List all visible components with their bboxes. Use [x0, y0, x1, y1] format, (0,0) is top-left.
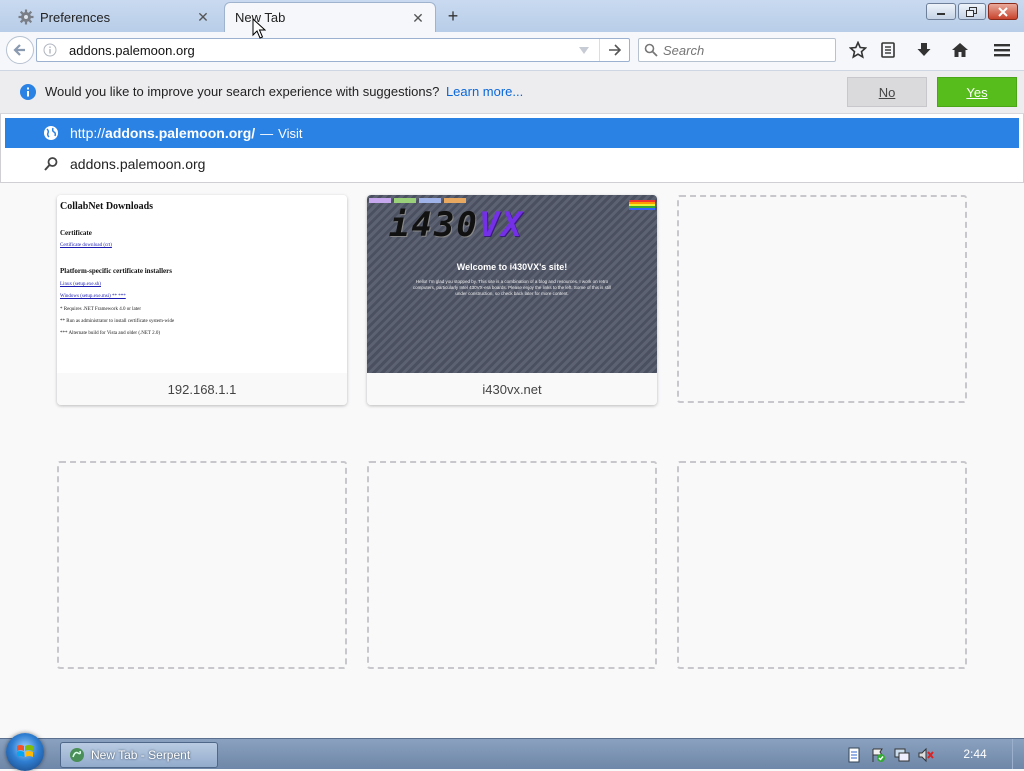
globe-icon — [43, 125, 59, 141]
minimize-icon — [937, 12, 945, 15]
url-bar[interactable] — [36, 38, 630, 62]
site-tile[interactable]: i430VX Welcome to i430VX's site! Hello! … — [367, 195, 657, 405]
autocomplete-row-visit[interactable]: http://addons.palemoon.org/ — Visit — [5, 118, 1019, 148]
windows-logo-icon — [17, 745, 33, 757]
minimize-button[interactable] — [926, 3, 956, 20]
volume-muted-icon[interactable] — [918, 747, 934, 763]
bookmarks-list-icon[interactable] — [878, 40, 898, 60]
back-button[interactable] — [6, 36, 34, 64]
thumbnail-note: *** Alternate build for Vista and older … — [60, 331, 161, 336]
autocomplete-action: Visit — [278, 125, 303, 141]
thumbnail-link: Certificate download (crt) — [60, 243, 112, 248]
bookmark-star-icon[interactable] — [848, 40, 868, 60]
new-tab-button[interactable]: + — [444, 7, 462, 25]
notification-message: Would you like to improve your search ex… — [45, 84, 523, 99]
thumbnail-heading: Platform-specific certificate installers — [60, 267, 172, 275]
show-desktop-button[interactable] — [1012, 739, 1024, 769]
mouse-cursor-icon — [252, 18, 266, 39]
window-close-button[interactable] — [988, 3, 1018, 20]
start-button[interactable] — [6, 733, 44, 771]
tile-caption: i430vx.net — [367, 373, 657, 405]
empty-tile — [57, 461, 347, 669]
dropdown-arrow-icon[interactable] — [577, 43, 591, 57]
thumbnail-heading: Certificate — [60, 229, 92, 237]
thumbnail-welcome: Welcome to i430VX's site! — [456, 262, 568, 272]
autocomplete-row-search[interactable]: addons.palemoon.org — [5, 149, 1019, 179]
site-thumbnail: i430VX Welcome to i430VX's site! Hello! … — [367, 195, 657, 373]
autocomplete-text: addons.palemoon.org — [70, 156, 206, 172]
autocomplete-separator: — — [260, 125, 274, 141]
clipboard-tray-icon[interactable] — [846, 747, 862, 763]
go-button[interactable] — [599, 39, 630, 61]
rainbow-flag-icon — [629, 200, 655, 210]
tile-caption: 192.168.1.1 — [57, 373, 347, 405]
download-icon[interactable] — [914, 40, 934, 60]
taskbar: New Tab - Serpent 2:44 — [0, 733, 1024, 771]
empty-tile — [367, 461, 657, 669]
info-icon — [20, 84, 36, 100]
restore-icon — [966, 6, 977, 17]
empty-tile — [677, 195, 967, 403]
hamburger-menu-icon[interactable] — [992, 40, 1012, 60]
thumbnail-navbar — [369, 198, 497, 203]
system-clock[interactable]: 2:44 — [950, 747, 1000, 761]
serpent-browser-icon — [70, 748, 84, 762]
restore-button[interactable] — [958, 3, 986, 20]
url-autocomplete-popup: http://addons.palemoon.org/ — Visit addo… — [0, 114, 1024, 183]
close-icon[interactable]: ✕ — [196, 10, 210, 24]
autocomplete-url: http://addons.palemoon.org/ — [70, 125, 256, 141]
site-info-icon[interactable] — [43, 43, 57, 57]
search-icon — [43, 156, 59, 172]
learn-more-link[interactable]: Learn more... — [446, 84, 523, 99]
taskbar-item-label: New Tab - Serpent — [91, 748, 191, 762]
close-icon — [998, 6, 1008, 17]
site-tile[interactable]: CollabNet Downloads Certificate Certific… — [57, 195, 347, 405]
go-arrow-icon — [609, 44, 622, 56]
thumbnail-link: Windows (setup.exe.msi) ** *** — [60, 294, 126, 299]
tab-title: Preferences — [40, 9, 111, 25]
search-icon — [644, 43, 658, 57]
tab-preferences[interactable]: Preferences ✕ — [8, 2, 220, 32]
taskbar-item-browser[interactable]: New Tab - Serpent — [60, 742, 218, 768]
url-input[interactable] — [69, 41, 569, 59]
navigation-toolbar — [0, 32, 1024, 71]
thumbnail-note: ** Run as administrator to install certi… — [60, 319, 175, 324]
thumbnail-body: Hello! I'm glad you stopped by. This sit… — [412, 279, 612, 296]
yes-button[interactable]: Yes — [937, 77, 1017, 107]
empty-tile — [677, 461, 967, 669]
no-button[interactable]: No — [847, 77, 927, 107]
thumbnail-note: * Requires .NET Framework 4.0 or later — [60, 307, 141, 312]
gear-icon — [18, 9, 34, 25]
search-bar[interactable] — [638, 38, 836, 62]
action-center-flag-icon[interactable] — [870, 747, 886, 763]
site-thumbnail: CollabNet Downloads Certificate Certific… — [57, 195, 347, 373]
close-icon[interactable]: ✕ — [411, 11, 425, 25]
search-suggestions-notification: Would you like to improve your search ex… — [0, 71, 1024, 114]
notification-text: Would you like to improve your search ex… — [45, 84, 440, 99]
site-logo: i430VX — [389, 205, 524, 245]
back-arrow-icon — [13, 44, 25, 56]
thumbnail-title: CollabNet Downloads — [60, 201, 154, 212]
tab-strip: Preferences ✕ New Tab ✕ + — [0, 0, 1024, 32]
thumbnail-link: Linux (setup.exe.sh) — [60, 282, 101, 287]
network-icon[interactable] — [894, 747, 910, 763]
search-input[interactable] — [663, 41, 831, 59]
home-icon[interactable] — [950, 40, 970, 60]
